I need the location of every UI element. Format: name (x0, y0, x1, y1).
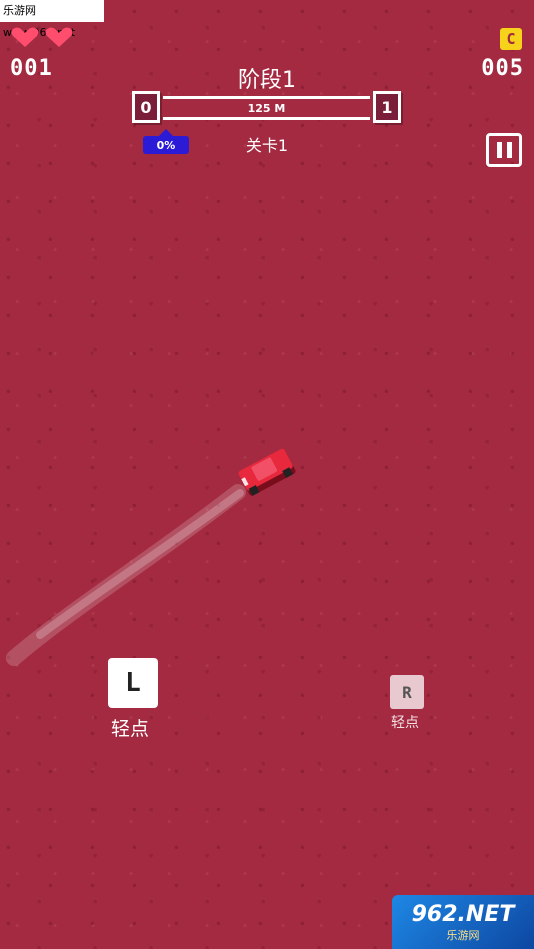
steer-left-button[interactable]: L (108, 658, 158, 708)
steer-right-label: 轻点 (391, 715, 419, 731)
site-logo-main: 962.NET (411, 901, 515, 927)
site-logo-sub: 乐游网 (446, 928, 480, 942)
player-car (238, 448, 296, 496)
site-logo: 962.NET 乐游网 (392, 895, 534, 949)
steer-left-label: 轻点 (111, 718, 150, 740)
steer-right-button[interactable]: R (390, 675, 424, 709)
